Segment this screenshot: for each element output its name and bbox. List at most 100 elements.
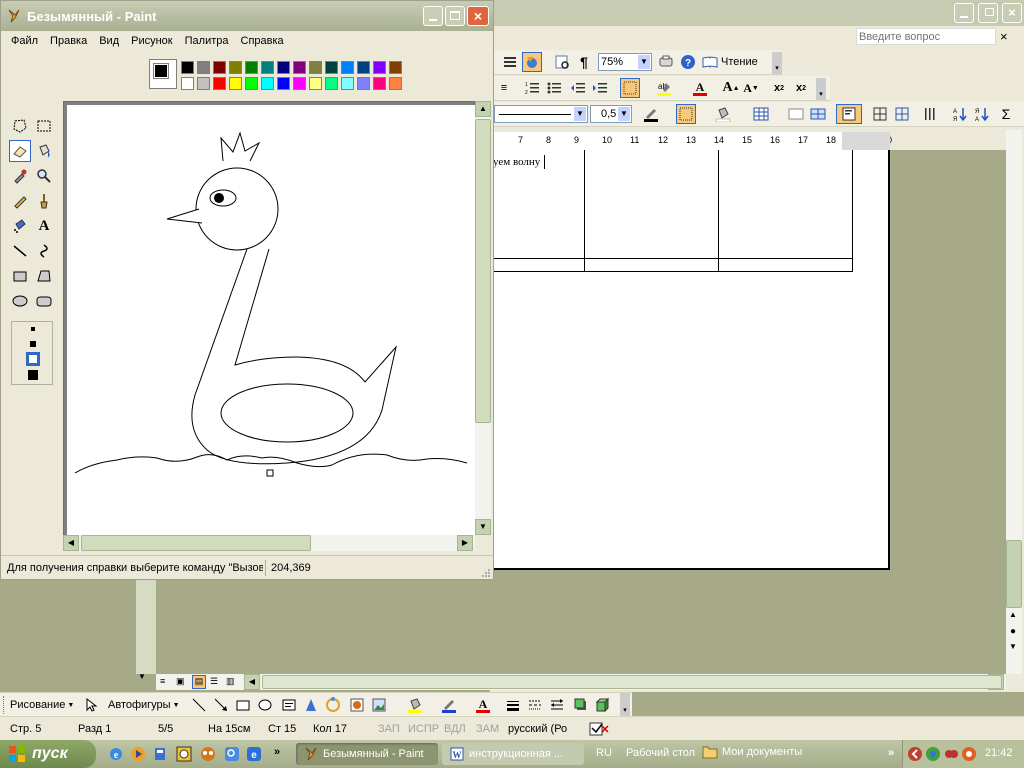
palette-swatch[interactable] xyxy=(373,77,386,90)
subscript-icon[interactable]: x2 xyxy=(792,78,810,98)
palette-swatch[interactable] xyxy=(357,61,370,74)
palette-swatch[interactable] xyxy=(197,77,210,90)
wordart-icon[interactable] xyxy=(302,695,320,715)
document-map-icon[interactable] xyxy=(500,52,520,72)
menu-image[interactable]: Рисунок xyxy=(131,35,173,47)
border-color-icon[interactable] xyxy=(638,104,664,124)
media-player-icon[interactable] xyxy=(130,746,146,762)
rect-select-tool[interactable] xyxy=(33,115,55,137)
sort-ascending-icon[interactable]: АЯ xyxy=(950,104,970,124)
menu-view[interactable]: Вид xyxy=(99,35,119,47)
canvas-h-thumb[interactable] xyxy=(81,535,311,551)
superscript-icon[interactable]: x2 xyxy=(770,78,788,98)
rounded-rect-tool[interactable] xyxy=(33,290,55,312)
canvas-v-thumb[interactable] xyxy=(475,119,491,423)
text-tool[interactable]: A xyxy=(33,215,55,237)
palette-swatch[interactable] xyxy=(389,61,402,74)
web-view-icon[interactable]: ▣ xyxy=(176,676,188,688)
scroll-thumb[interactable] xyxy=(1006,540,1022,608)
bulleted-list-icon[interactable] xyxy=(544,78,564,98)
zoom-select[interactable]: 75% ▼ xyxy=(598,53,652,71)
document-view-icon[interactable] xyxy=(552,52,572,72)
free-select-tool[interactable] xyxy=(9,115,31,137)
tray-update-icon[interactable] xyxy=(961,746,977,762)
brush-tool[interactable] xyxy=(33,190,55,212)
arrow-style-icon[interactable] xyxy=(548,695,566,715)
paint-title-bar[interactable]: Безымянный - Paint × xyxy=(1,1,493,31)
menu-edit[interactable]: Правка xyxy=(50,35,87,47)
palette-swatch[interactable] xyxy=(373,61,386,74)
h-scroll-thumb-bar[interactable] xyxy=(262,675,1002,689)
palette-swatch[interactable] xyxy=(245,77,258,90)
ellipse-tool[interactable] xyxy=(9,290,31,312)
line-style-icon[interactable] xyxy=(504,695,522,715)
scroll-left-icon[interactable]: ◀ xyxy=(63,535,79,551)
word-close-button[interactable]: × xyxy=(1002,3,1022,23)
bullets-icon[interactable]: ≡ xyxy=(496,78,512,98)
eraser-tool[interactable] xyxy=(9,140,31,162)
autosum-icon[interactable]: Σ xyxy=(996,104,1016,124)
distribute-rows-icon[interactable] xyxy=(870,104,890,124)
align-cell-icon[interactable] xyxy=(836,104,862,124)
my-documents-toolbar[interactable]: Мои документы xyxy=(702,745,802,759)
palette-swatch[interactable] xyxy=(261,77,274,90)
line-style-select[interactable]: ▼ xyxy=(494,105,588,123)
palette-swatch[interactable] xyxy=(197,61,210,74)
eraser-size-4[interactable] xyxy=(28,370,38,380)
clipart-icon[interactable] xyxy=(348,695,366,715)
merge-cells-icon[interactable] xyxy=(786,104,806,124)
tray-browser-icon[interactable] xyxy=(925,746,941,762)
palette-swatch[interactable] xyxy=(181,61,194,74)
scroll-left-icon[interactable]: ◀ xyxy=(244,674,260,690)
search-app-icon[interactable] xyxy=(224,746,240,762)
horizontal-ruler[interactable]: 7891011121314151617181920 xyxy=(490,132,892,151)
shrink-font-icon[interactable]: A ▼ xyxy=(742,78,760,98)
palette-swatch[interactable] xyxy=(229,61,242,74)
status-overwrite[interactable]: ЗАМ xyxy=(476,723,499,735)
language-indicator[interactable]: RU xyxy=(596,747,612,759)
paint-minimize-button[interactable] xyxy=(423,6,443,26)
line-tool-icon[interactable] xyxy=(190,695,208,715)
palette-swatch[interactable] xyxy=(357,77,370,90)
eraser-size-1[interactable] xyxy=(31,327,35,331)
shadow-style-icon[interactable] xyxy=(572,695,590,715)
quick-launch-chevron-icon[interactable]: » xyxy=(274,746,280,758)
font-color-icon[interactable]: A xyxy=(688,78,712,98)
menu-file[interactable]: Файл xyxy=(11,35,38,47)
vertical-scrollbar[interactable]: ▲ ● ▼ xyxy=(1006,130,1022,674)
clock-app-icon[interactable] xyxy=(176,746,192,762)
current-colors[interactable] xyxy=(149,59,177,89)
magnifier-tool[interactable] xyxy=(33,165,55,187)
text-direction-icon[interactable] xyxy=(920,104,940,124)
pilcrow-icon[interactable]: ¶ xyxy=(574,52,594,72)
tray-back-icon[interactable] xyxy=(907,746,923,762)
diagram-icon[interactable] xyxy=(324,695,342,715)
status-language[interactable]: русский (Ро xyxy=(508,723,567,735)
outside-border-icon[interactable] xyxy=(676,104,696,124)
3d-style-icon[interactable] xyxy=(594,695,612,715)
sort-descending-icon[interactable]: ЯА xyxy=(972,104,992,124)
outline-view-icon[interactable]: ☰ xyxy=(210,676,222,688)
reading-view-icon[interactable]: ▥ xyxy=(226,676,238,688)
drawing-font-color-icon[interactable]: A xyxy=(470,695,496,715)
palette-swatch[interactable] xyxy=(213,77,226,90)
game-icon[interactable] xyxy=(200,746,216,762)
status-track[interactable]: ИСПР xyxy=(408,723,439,735)
split-cells-icon[interactable] xyxy=(808,104,828,124)
pencil-tool[interactable] xyxy=(9,190,31,212)
chevron-down-icon[interactable]: ▼ xyxy=(574,107,586,121)
scroll-down-icon[interactable]: ▼ xyxy=(138,672,146,681)
curve-tool[interactable] xyxy=(33,240,55,262)
drawing-canvas[interactable] xyxy=(67,105,475,535)
line-color-icon[interactable] xyxy=(436,695,462,715)
textbox-tool-icon[interactable] xyxy=(280,695,298,715)
drawing-toggle-icon[interactable] xyxy=(522,52,542,72)
arrow-tool-icon[interactable] xyxy=(212,695,230,715)
palette-swatch[interactable] xyxy=(341,77,354,90)
next-page-icon[interactable]: ▼ xyxy=(1009,642,1017,651)
toolbar-options-icon-2[interactable]: ▾ xyxy=(816,78,826,100)
close-document-icon[interactable]: × xyxy=(1000,29,1008,44)
palette-swatch[interactable] xyxy=(261,61,274,74)
tray-antivirus-icon[interactable] xyxy=(943,746,959,762)
chevron-down-icon[interactable]: ▼ xyxy=(638,55,650,69)
